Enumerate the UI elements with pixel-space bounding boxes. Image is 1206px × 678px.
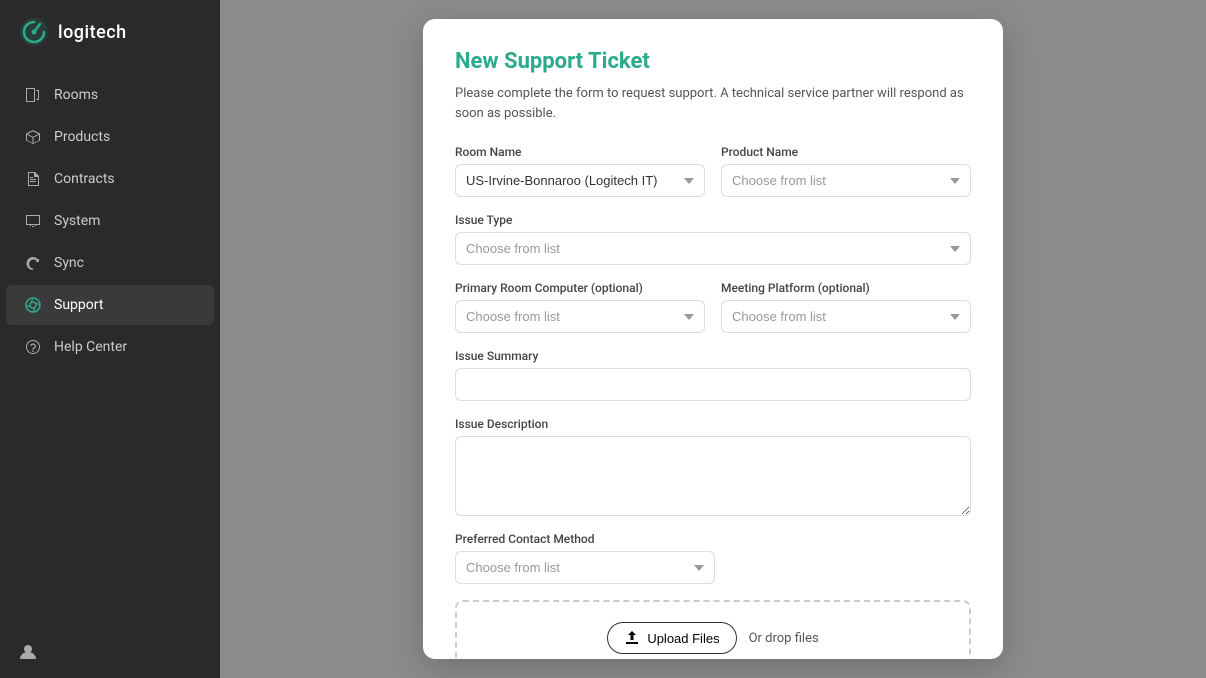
main-content: New Support Ticket Please complete the f…: [220, 0, 1206, 678]
help-icon: [24, 338, 42, 356]
logo-text: logitech: [58, 22, 127, 43]
meeting-platform-select[interactable]: Choose from list: [721, 300, 971, 333]
box-icon: [24, 128, 42, 146]
modal-title: New Support Ticket: [455, 49, 971, 74]
system-label: System: [54, 213, 100, 229]
issue-summary-input[interactable]: [455, 368, 971, 401]
navigation: Rooms Products Contracts System: [0, 74, 220, 368]
primary-room-select[interactable]: Choose from list: [455, 300, 705, 333]
upload-icon: [624, 630, 640, 646]
help-center-label: Help Center: [54, 339, 127, 355]
form-row-4: Issue Summary: [455, 349, 971, 401]
issue-type-label: Issue Type: [455, 213, 971, 227]
logo: logitech: [0, 0, 220, 64]
document-icon: [24, 170, 42, 188]
support-icon: [24, 296, 42, 314]
logitech-logo-icon: [18, 16, 50, 48]
preferred-contact-group: Preferred Contact Method Choose from lis…: [455, 532, 715, 584]
sync-icon: [24, 254, 42, 272]
issue-type-group: Issue Type Choose from list: [455, 213, 971, 265]
support-label: Support: [54, 297, 103, 313]
form-row-1: Room Name US-Irvine-Bonnaroo (Logitech I…: [455, 145, 971, 197]
sidebar-item-products[interactable]: Products: [6, 117, 214, 157]
product-name-select[interactable]: Choose from list: [721, 164, 971, 197]
room-name-select[interactable]: US-Irvine-Bonnaroo (Logitech IT): [455, 164, 705, 197]
user-profile[interactable]: [0, 626, 220, 678]
issue-summary-label: Issue Summary: [455, 349, 971, 363]
product-name-label: Product Name: [721, 145, 971, 159]
preferred-contact-label: Preferred Contact Method: [455, 532, 715, 546]
sidebar: logitech Rooms Products Contracts: [0, 0, 220, 678]
upload-files-button[interactable]: Upload Files: [607, 622, 736, 654]
contracts-label: Contracts: [54, 171, 115, 187]
form-row-3: Primary Room Computer (optional) Choose …: [455, 281, 971, 333]
user-avatar-icon: [18, 642, 38, 662]
product-name-group: Product Name Choose from list: [721, 145, 971, 197]
form-row-2: Issue Type Choose from list: [455, 213, 971, 265]
meeting-platform-label: Meeting Platform (optional): [721, 281, 971, 295]
modal-overlay: New Support Ticket Please complete the f…: [220, 0, 1206, 678]
door-icon: [24, 86, 42, 104]
upload-button-label: Upload Files: [647, 631, 719, 646]
preferred-contact-select[interactable]: Choose from list: [455, 551, 715, 584]
form-row-6: Preferred Contact Method Choose from lis…: [455, 532, 971, 584]
support-ticket-modal: New Support Ticket Please complete the f…: [423, 19, 1003, 659]
sidebar-item-system[interactable]: System: [6, 201, 214, 241]
sync-label: Sync: [54, 255, 84, 271]
modal-subtitle: Please complete the form to request supp…: [455, 84, 971, 123]
issue-description-label: Issue Description: [455, 417, 971, 431]
primary-room-label: Primary Room Computer (optional): [455, 281, 705, 295]
rooms-label: Rooms: [54, 87, 98, 103]
meeting-platform-group: Meeting Platform (optional) Choose from …: [721, 281, 971, 333]
issue-type-select[interactable]: Choose from list: [455, 232, 971, 265]
issue-description-group: Issue Description: [455, 417, 971, 516]
sidebar-item-contracts[interactable]: Contracts: [6, 159, 214, 199]
monitor-icon: [24, 212, 42, 230]
room-name-group: Room Name US-Irvine-Bonnaroo (Logitech I…: [455, 145, 705, 197]
sidebar-item-support[interactable]: Support: [6, 285, 214, 325]
sidebar-item-sync[interactable]: Sync: [6, 243, 214, 283]
upload-or-text: Or drop files: [749, 631, 819, 646]
sidebar-item-rooms[interactable]: Rooms: [6, 75, 214, 115]
upload-area[interactable]: Upload Files Or drop files: [455, 600, 971, 659]
products-label: Products: [54, 129, 110, 145]
sidebar-item-help-center[interactable]: Help Center: [6, 327, 214, 367]
form-row-5: Issue Description: [455, 417, 971, 516]
primary-room-group: Primary Room Computer (optional) Choose …: [455, 281, 705, 333]
issue-description-textarea[interactable]: [455, 436, 971, 516]
issue-summary-group: Issue Summary: [455, 349, 971, 401]
room-name-label: Room Name: [455, 145, 705, 159]
